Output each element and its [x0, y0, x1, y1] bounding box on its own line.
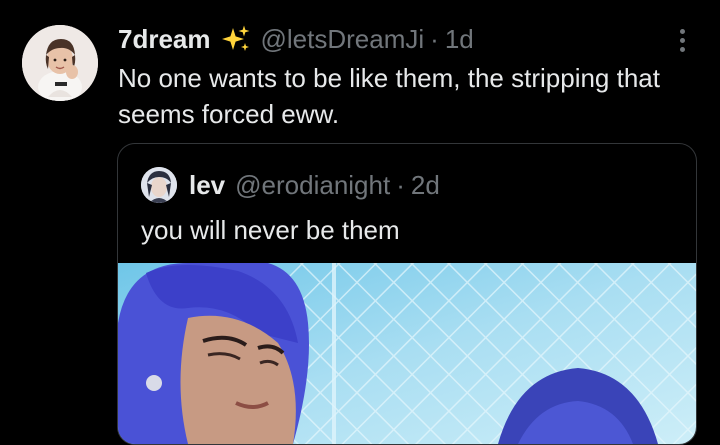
display-name[interactable]: 7dream — [118, 24, 211, 55]
avatar[interactable] — [22, 25, 98, 101]
avatar-image — [22, 25, 98, 101]
quoted-media-image[interactable] — [118, 263, 696, 444]
tweet-header: 7dream @letsDreamJi · 1d — [118, 22, 474, 56]
quoted-tweet[interactable]: lev @erodianight · 2d you will never be … — [117, 143, 697, 445]
tweet[interactable]: 7dream @letsDreamJi · 1d No one wants to… — [0, 0, 720, 445]
sparkles-icon — [221, 24, 251, 54]
quoted-display-name[interactable]: lev — [189, 170, 225, 201]
timestamp[interactable]: 1d — [445, 24, 474, 55]
quoted-avatar — [141, 167, 177, 203]
quoted-separator: · — [396, 169, 405, 200]
more-options-icon[interactable] — [668, 24, 696, 56]
quoted-tweet-header: lev @erodianight · 2d — [141, 167, 440, 203]
handle[interactable]: @letsDreamJi — [261, 24, 425, 55]
quoted-handle[interactable]: @erodianight — [235, 170, 390, 201]
tweet-text: No one wants to be like them, the stripp… — [118, 63, 660, 129]
separator: · — [430, 23, 439, 54]
quoted-timestamp[interactable]: 2d — [411, 170, 440, 201]
quoted-tweet-text: you will never be them — [141, 215, 400, 245]
